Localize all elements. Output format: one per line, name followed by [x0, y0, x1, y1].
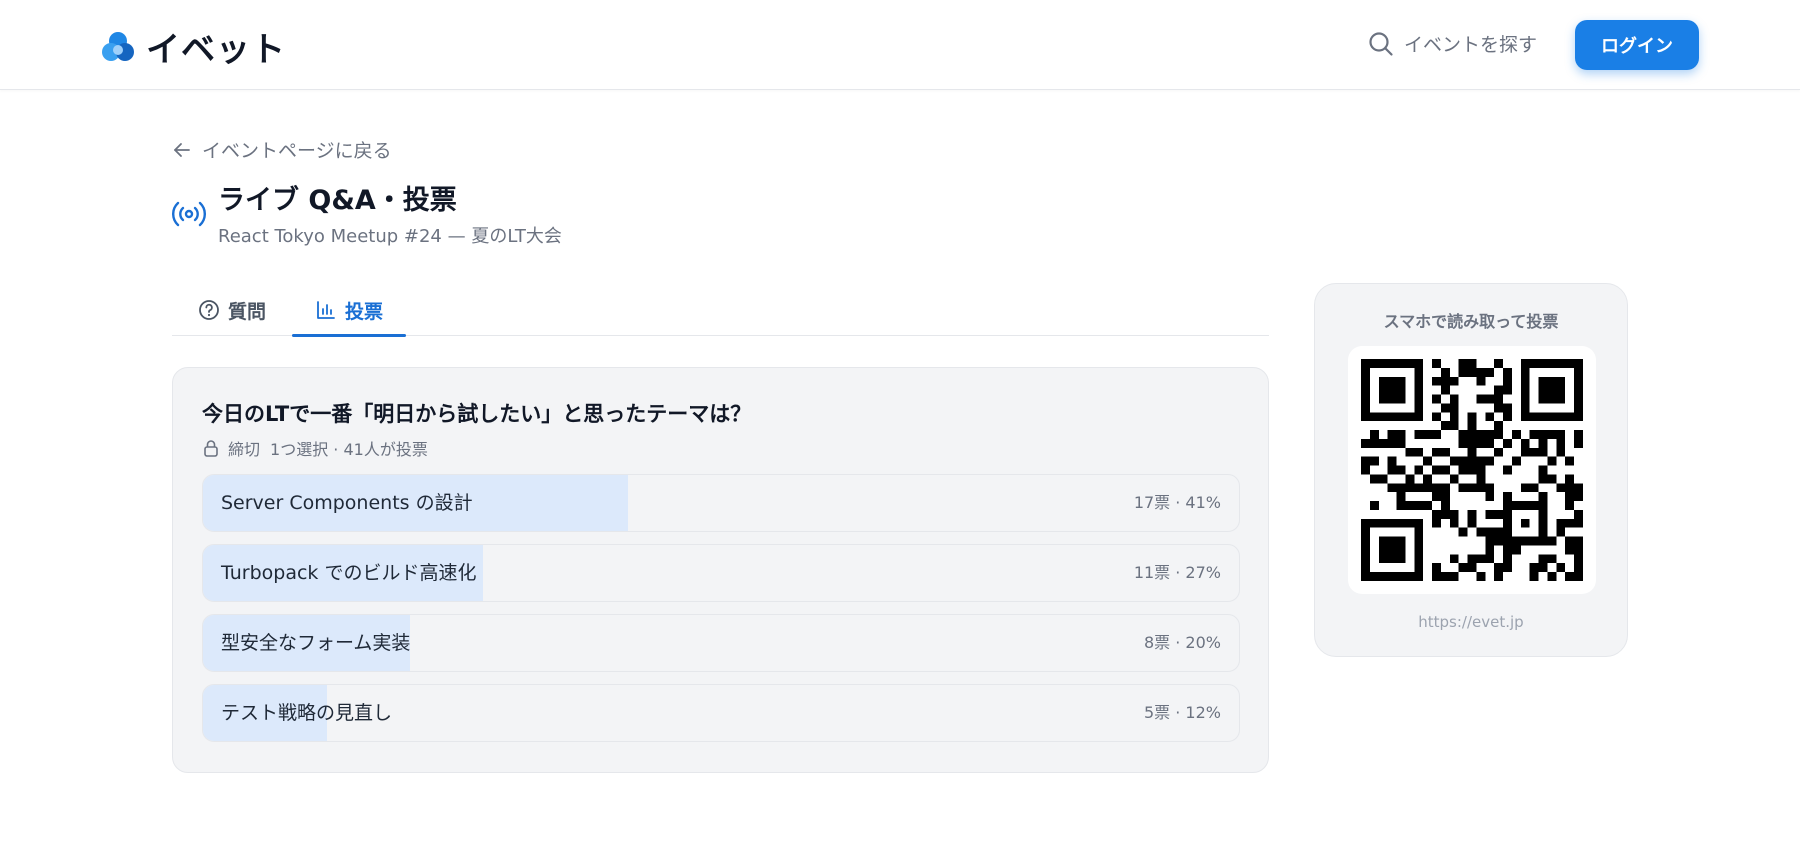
poll-option[interactable]: 型安全なフォーム実装 8票 · 20%: [202, 614, 1240, 672]
poll-option-stats: 17票 · 41%: [1133, 493, 1221, 512]
poll-option-stats: 11票 · 27%: [1133, 563, 1221, 582]
app-header: イベット イベントを探す ログイン: [0, 0, 1800, 90]
poll-option[interactable]: テスト戦略の見直し 5票 · 12%: [202, 684, 1240, 742]
bar-chart-icon: [317, 301, 335, 319]
tab-polls[interactable]: 投票: [292, 284, 406, 337]
back-to-event-link[interactable]: イベントページに戻る: [172, 136, 392, 163]
search-events-label: イベントを探す: [1404, 34, 1538, 56]
poll-question: 今日のLTで一番「明日から試したい」と思ったテーマは？: [202, 402, 752, 426]
poll-option[interactable]: Server Components の設計 17票 · 41%: [202, 474, 1240, 532]
poll-option[interactable]: Turbopack でのビルド高速化 11票 · 27%: [202, 544, 1240, 602]
logo-text: イベット: [146, 30, 286, 70]
page-subtitle: React Tokyo Meetup #24 — 夏のLT大会: [218, 226, 562, 247]
lock-icon: [204, 440, 218, 457]
tab-questions[interactable]: 質問: [172, 284, 292, 336]
qr-url: https://evet.jp: [1418, 613, 1524, 631]
qr-code: [1361, 359, 1583, 581]
poll-option-label: Server Components の設計: [221, 492, 473, 514]
poll-option-label: Turbopack でのビルド高速化: [221, 562, 477, 584]
search-events-link[interactable]: イベントを探す: [1368, 30, 1537, 57]
search-icon: [1369, 31, 1393, 56]
page-header: ライブ Q&A・投票 React Tokyo Meetup #24 — 夏のLT…: [172, 184, 562, 248]
poll-card: 今日のLTで一番「明日から試したい」と思ったテーマは？ 締切 1つ選択 · 41…: [172, 367, 1269, 773]
logo[interactable]: イベット: [100, 22, 286, 71]
title-text-group: ライブ Q&A・投票 React Tokyo Meetup #24 — 夏のLT…: [218, 184, 562, 248]
arrow-left-icon: [174, 142, 190, 157]
qr-card: スマホで読み取って投票 https://evet.jp: [1314, 283, 1628, 657]
poll-status: 締切: [228, 440, 261, 459]
login-button[interactable]: ログイン: [1575, 20, 1699, 70]
question-circle-icon: [199, 300, 219, 320]
poll-option-stats: 8票 · 20%: [1143, 633, 1221, 652]
poll-meta-text: 1つ選択 · 41人が投票: [270, 440, 428, 459]
broadcast-icon: [172, 201, 206, 227]
tab-polls-label: 投票: [344, 300, 383, 323]
back-link-label: イベントページに戻る: [202, 140, 392, 162]
tab-bar: 質問 投票: [172, 284, 1269, 337]
page-title: ライブ Q&A・投票: [218, 185, 457, 216]
qr-code-container: [1348, 346, 1596, 594]
qr-title: スマホで読み取って投票: [1383, 312, 1559, 331]
poll-option-label: テスト戦略の見直し: [221, 702, 393, 724]
logo-icon: [102, 31, 134, 61]
poll-option-label: 型安全なフォーム実装: [221, 632, 411, 654]
poll-option-stats: 5票 · 12%: [1143, 703, 1221, 722]
tab-questions-label: 質問: [227, 300, 266, 323]
poll-meta: 締切 1つ選択 · 41人が投票: [202, 436, 428, 460]
